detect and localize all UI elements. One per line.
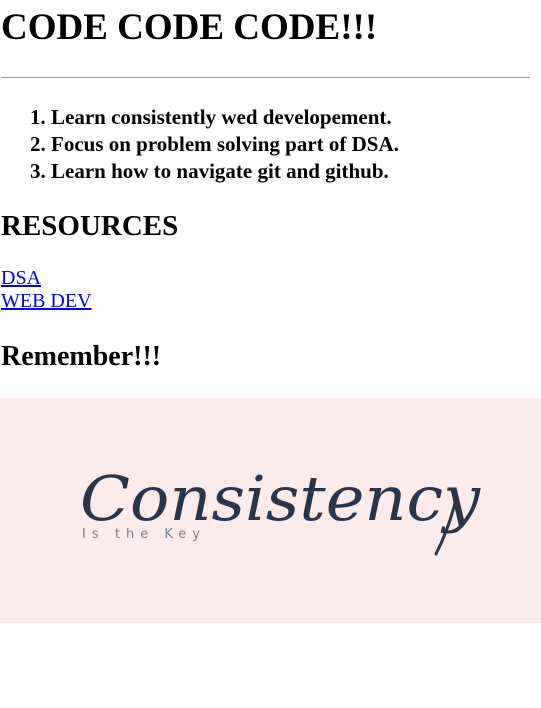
dsa-link[interactable]: DSA [1, 267, 92, 290]
consistency-artwork: Consistency Is the Key [80, 462, 481, 556]
goal-item: Learn consistently wed developement. [51, 104, 399, 131]
resource-links: DSA WEB DEV [1, 267, 92, 313]
goal-item: Learn how to navigate git and github. [51, 158, 399, 185]
web-dev-link[interactable]: WEB DEV [1, 290, 92, 313]
goals-list: Learn consistently wed developement. Foc… [0, 104, 399, 185]
divider [1, 77, 530, 78]
remember-heading: Remember!!! [1, 341, 162, 372]
goal-item: Focus on problem solving part of DSA. [51, 131, 399, 158]
script-text: Consistency [80, 462, 481, 535]
consistency-image: Consistency Is the Key [0, 398, 541, 623]
resources-heading: RESOURCES [1, 210, 179, 242]
page-title: CODE CODE CODE!!! [1, 7, 378, 48]
